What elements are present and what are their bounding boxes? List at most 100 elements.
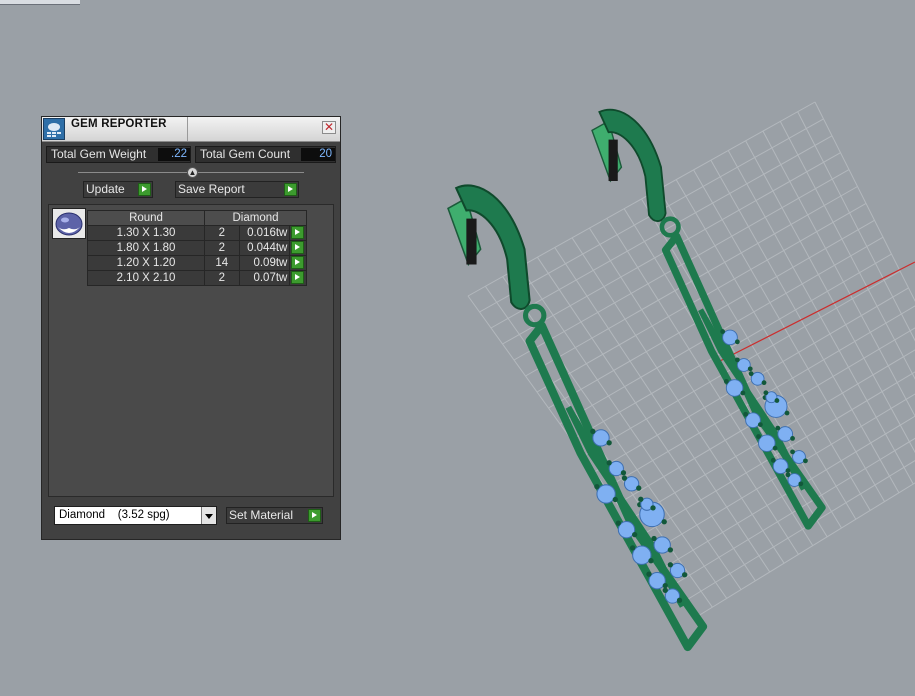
gem-prong: [612, 496, 618, 503]
gem-prong: [662, 587, 668, 593]
gem-prong: [667, 547, 674, 553]
gem-prong: [775, 425, 781, 431]
gem-prong: [734, 357, 740, 363]
gem-prong: [629, 545, 636, 551]
round-gem-icon[interactable]: [52, 208, 86, 239]
gem-prong: [723, 378, 729, 384]
gem-prong: [661, 519, 667, 525]
gem-prong: [785, 468, 791, 474]
gem-prong: [740, 390, 746, 396]
gem-count: 2: [204, 270, 240, 286]
gem-prong: [594, 484, 600, 490]
gem-size: 1.80 X 1.80: [86, 240, 206, 256]
table-row[interactable]: 1.20 X 1.20 14 0.09tw: [86, 255, 307, 271]
row-select-button[interactable]: [289, 240, 307, 256]
save-report-button[interactable]: Save Report: [175, 181, 299, 198]
update-button-label: Update: [86, 182, 125, 196]
gem-prong: [650, 505, 656, 511]
gem-prong: [632, 531, 638, 538]
gem-prong: [743, 411, 749, 417]
gem-prong: [790, 436, 795, 441]
gem-prong: [615, 520, 621, 526]
total-gem-count: Total Gem Count 20: [195, 146, 336, 163]
panel-title: GEM REPORTER: [71, 118, 167, 130]
gem-prong: [636, 485, 642, 491]
gem-table-header: Round Diamond: [86, 210, 307, 226]
gem-stone: [632, 545, 652, 565]
table-row[interactable]: 2.10 X 2.10 2 0.07tw: [86, 270, 307, 286]
gem-prong: [676, 597, 683, 603]
slider-knob-icon[interactable]: ▲: [187, 167, 198, 178]
header-shape: Round: [86, 210, 206, 226]
gem-prong: [621, 475, 628, 481]
set-material-button[interactable]: Set Material: [226, 507, 323, 524]
gem-weight: 0.044tw: [238, 240, 291, 256]
table-row[interactable]: 1.80 X 1.80 2 0.044tw: [86, 240, 307, 256]
gem-prong: [785, 472, 791, 478]
gem-prong: [784, 410, 790, 416]
gem-prong: [667, 562, 674, 568]
gem-stone: [596, 484, 616, 504]
green-play-arrow-icon[interactable]: [291, 271, 305, 284]
gem-prong: [798, 481, 804, 487]
material-selected-value: Diamond (3.52 spg): [59, 509, 170, 521]
header-material: Diamond: [204, 210, 307, 226]
gem-prong: [662, 582, 668, 589]
gem-prong: [748, 371, 754, 377]
gem-size: 1.20 X 1.20: [86, 255, 206, 271]
chevron-down-icon[interactable]: [201, 507, 216, 524]
green-play-arrow-icon[interactable]: [291, 226, 305, 239]
gem-stone: [725, 379, 744, 397]
gem-prong: [757, 422, 763, 428]
gem-prong: [803, 458, 808, 464]
green-play-arrow-icon[interactable]: [291, 241, 305, 254]
total-gem-count-label: Total Gem Count: [200, 147, 291, 161]
gem-weight: 0.09tw: [238, 255, 291, 271]
row-select-button[interactable]: [289, 270, 307, 286]
gem-prong: [620, 470, 627, 476]
panel-titlebar[interactable]: GEM REPORTER ✕: [42, 117, 340, 142]
material-dropdown[interactable]: Diamond (3.52 spg): [54, 506, 217, 525]
gem-prong: [606, 460, 612, 466]
row-select-button[interactable]: [289, 255, 307, 271]
gem-prong: [790, 449, 795, 455]
gem-reporter-icon: [43, 118, 65, 140]
gem-prong: [720, 329, 726, 334]
gem-prong: [761, 380, 767, 386]
green-play-arrow-icon[interactable]: [284, 183, 297, 196]
close-icon[interactable]: ✕: [322, 121, 336, 134]
update-button[interactable]: Update: [83, 181, 153, 198]
gem-table: Round Diamond 1.30 X 1.30 2 0.016tw 1.80…: [86, 210, 307, 286]
gem-prong: [763, 390, 769, 396]
set-material-button-label: Set Material: [229, 508, 294, 522]
gem-count: 2: [204, 225, 240, 241]
gem-prong: [590, 428, 596, 435]
gem-prong: [648, 558, 654, 564]
total-gem-weight-value: .22: [158, 148, 190, 161]
gem-prong: [681, 572, 688, 578]
green-play-arrow-icon[interactable]: [291, 256, 305, 269]
title-divider: [187, 117, 188, 141]
gem-prong: [774, 398, 780, 403]
gem-stone: [758, 434, 776, 452]
gem-size: 2.10 X 2.10: [86, 270, 206, 286]
earring-hinge: [466, 218, 477, 265]
total-gem-weight-label: Total Gem Weight: [51, 147, 147, 161]
gem-prong: [770, 457, 776, 463]
save-report-button-label: Save Report: [178, 182, 245, 196]
table-row[interactable]: 1.30 X 1.30 2 0.016tw: [86, 225, 307, 241]
green-play-arrow-icon[interactable]: [138, 183, 151, 196]
gem-prong: [747, 366, 753, 372]
gem-prong: [734, 339, 740, 345]
gem-prong: [756, 434, 761, 439]
gem-list-area: Round Diamond 1.30 X 1.30 2 0.016tw 1.80…: [48, 204, 334, 497]
gem-count: 2: [204, 240, 240, 256]
top-tab[interactable]: [0, 0, 80, 5]
total-gem-count-value: 20: [301, 148, 335, 161]
total-gem-weight: Total Gem Weight .22: [46, 146, 191, 163]
gem-weight: 0.07tw: [238, 270, 291, 286]
green-play-arrow-icon[interactable]: [308, 509, 321, 522]
row-select-button[interactable]: [289, 225, 307, 241]
gem-prong: [651, 535, 657, 542]
earring-hinge: [608, 139, 618, 181]
